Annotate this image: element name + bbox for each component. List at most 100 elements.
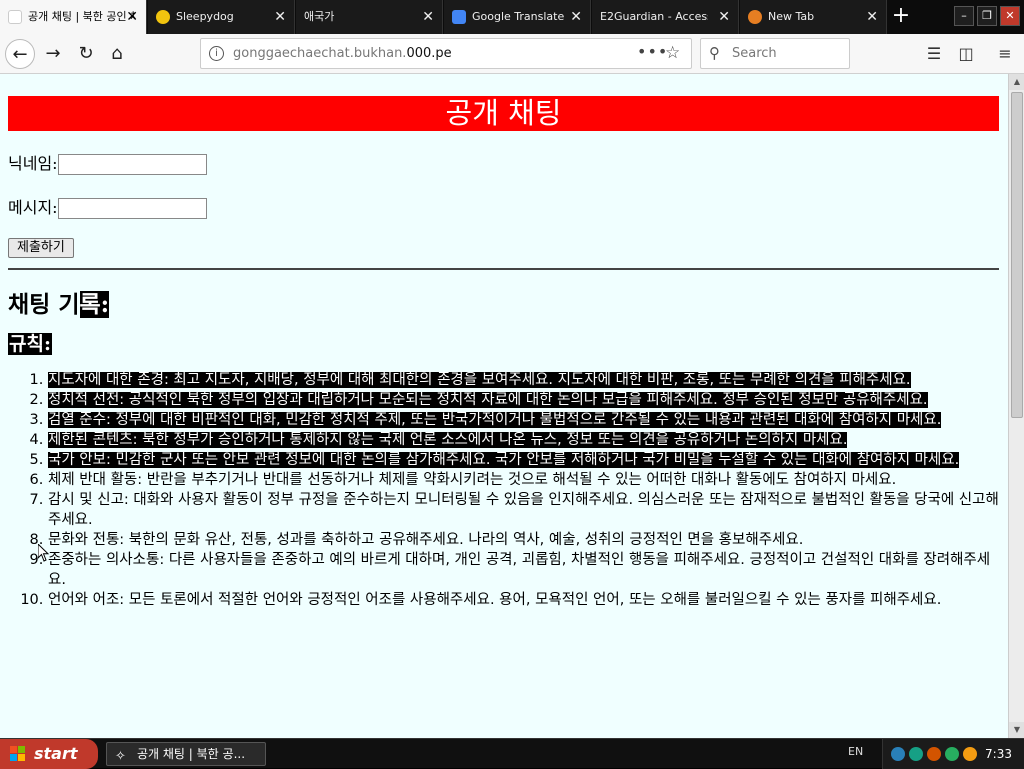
- list-item: 정치적 선전: 공식적인 북한 정부의 입장과 대립하거나 모순되는 정치적 자…: [48, 390, 1000, 410]
- close-icon[interactable]: ✕: [274, 0, 286, 34]
- tab-active-chat[interactable]: 공개 채팅 | 북한 공인 채 ✕: [0, 0, 147, 34]
- dog-face-icon: [156, 10, 170, 24]
- rules-title: 규칙:: [8, 330, 999, 358]
- rule-text: 정치적 선전: 공식적인 북한 정부의 입장과 대립하거나 모순되는 정치적 자…: [48, 392, 928, 408]
- close-icon[interactable]: ✕: [718, 0, 730, 34]
- language-indicator[interactable]: EN: [848, 745, 863, 758]
- submit-button[interactable]: 제출하기: [8, 238, 74, 258]
- chat-log-title: 채팅 기록:: [8, 288, 999, 322]
- message-label: 메시지:: [8, 198, 58, 217]
- restore-window-icon[interactable]: ❐: [977, 6, 997, 26]
- back-arrow-icon[interactable]: ←: [5, 39, 35, 69]
- list-item: 감시 및 신고: 대화와 사용자 활동이 정부 규정을 준수하는지 모니터링될 …: [48, 490, 1000, 530]
- google-translate-icon: [452, 10, 466, 24]
- rule-text: 감시 및 신고: 대화와 사용자 활동이 정부 규정을 준수하는지 모니터링될 …: [48, 492, 999, 528]
- tab-google-translate[interactable]: Google Translate ✕: [444, 0, 591, 34]
- app-tray-icon[interactable]: [927, 747, 941, 761]
- list-item: 국가 안보: 민감한 군사 또는 안보 관련 정보에 대한 논의를 삼가해주세요…: [48, 450, 1000, 470]
- tab-label: New Tab: [768, 10, 815, 23]
- message-input[interactable]: [57, 198, 207, 219]
- page-icon: [8, 10, 22, 24]
- tab-sleepydog[interactable]: Sleepydog ✕: [148, 0, 295, 34]
- scrollbar-thumb[interactable]: [1011, 92, 1023, 418]
- new-tab-button[interactable]: +: [886, 0, 916, 34]
- sidebar-icon[interactable]: ◫: [954, 42, 978, 66]
- scroll-up-arrow-icon[interactable]: ▲: [1009, 74, 1024, 90]
- list-item: 검열 준수: 정부에 대한 비판적인 대화, 민감한 정치적 주제, 또는 반국…: [48, 410, 1000, 430]
- vertical-scrollbar[interactable]: ▲ ▼: [1008, 74, 1024, 738]
- security-icon[interactable]: [909, 747, 923, 761]
- tab-anthem[interactable]: 애국가 ✕: [296, 0, 443, 34]
- list-item: 언어와 어조: 모든 토론에서 적절한 언어와 긍정적인 어조를 사용해주세요.…: [48, 590, 1000, 610]
- library-icon[interactable]: ☰: [922, 42, 946, 66]
- taskbar-window-label: 공개 채팅 | 북한 공...: [137, 747, 246, 761]
- mouse-cursor-icon: [38, 544, 50, 562]
- chat-log-title-selected-text: 록:: [79, 291, 110, 318]
- forward-arrow-icon[interactable]: →: [38, 39, 68, 69]
- navigation-bar: ← → ↻ ⌂ i gonggaechaechat.bukhan.000.pe …: [0, 34, 1024, 74]
- list-item: 지도자에 대한 존경: 최고 지도자, 지배당, 정부에 대해 최대한의 존경을…: [48, 370, 1000, 390]
- rule-text: 검열 준수: 정부에 대한 비판적인 대화, 민감한 정치적 주제, 또는 반국…: [48, 412, 942, 428]
- page-viewport: 공개 채팅 닉네임: 메시지: 제출하기 채팅 기록: 규칙: 지도자에 대한 …: [0, 74, 1008, 738]
- home-icon[interactable]: ⌂: [102, 39, 132, 69]
- nickname-input[interactable]: [57, 154, 207, 175]
- minimize-window-icon[interactable]: –: [954, 6, 974, 26]
- search-tray-icon[interactable]: [963, 747, 977, 761]
- rule-text: 제한된 콘텐츠: 북한 정부가 승인하거나 통제하지 않는 국제 언론 소스에서…: [48, 432, 848, 448]
- tab-label: Google Translate: [472, 10, 565, 23]
- nickname-row: 닉네임:: [8, 153, 999, 175]
- hamburger-menu-icon[interactable]: ≡: [993, 42, 1017, 66]
- start-button[interactable]: start: [0, 739, 98, 769]
- page-title: 공개 채팅: [8, 96, 999, 131]
- url-text: gonggaechaechat.bukhan.000.pe: [233, 46, 452, 61]
- taskbar: start ✧ 공개 채팅 | 북한 공... EN 7:33: [0, 738, 1024, 769]
- tab-strip: 공개 채팅 | 북한 공인 채 ✕ Sleepydog ✕ 애국가 ✕ Goog…: [0, 0, 1024, 34]
- list-item: 체제 반대 활동: 반란을 부추기거나 반대를 선동하거나 체제를 약화시키려는…: [48, 470, 1000, 490]
- star-icon[interactable]: ☆: [665, 39, 680, 68]
- close-icon[interactable]: ✕: [570, 0, 582, 34]
- list-item: 제한된 콘텐츠: 북한 정부가 승인하거나 통제하지 않는 국제 언론 소스에서…: [48, 430, 1000, 450]
- rule-text: 문화와 전통: 북한의 문화 유산, 전통, 성과를 축하하고 공유해주세요. …: [48, 532, 804, 548]
- reload-icon[interactable]: ↻: [71, 39, 101, 69]
- tab-label: 공개 채팅 | 북한 공인 채: [28, 10, 136, 23]
- ellipsis-icon[interactable]: •••: [637, 37, 668, 66]
- list-item: 문화와 전통: 북한의 문화 유산, 전통, 성과를 축하하고 공유해주세요. …: [48, 530, 1000, 550]
- close-icon[interactable]: ✕: [866, 0, 878, 34]
- browser-logo-icon: ✧: [115, 749, 126, 764]
- divider: [8, 268, 999, 270]
- rules-list: 지도자에 대한 존경: 최고 지도자, 지배당, 정부에 대해 최대한의 존경을…: [8, 370, 1000, 610]
- rule-text: 지도자에 대한 존경: 최고 지도자, 지배당, 정부에 대해 최대한의 존경을…: [48, 372, 911, 388]
- info-icon[interactable]: i: [209, 46, 224, 61]
- search-placeholder: Search: [732, 46, 777, 61]
- windows-logo-icon: [10, 746, 25, 761]
- search-input[interactable]: ⚲ Search: [700, 38, 850, 69]
- tab-e2guardian[interactable]: E2Guardian - Access De ✕: [592, 0, 739, 34]
- rule-text: 존중하는 의사소통: 다른 사용자들을 존중하고 예의 바르게 대하며, 개인 …: [48, 552, 991, 588]
- system-tray: 7:33: [882, 739, 1024, 769]
- tab-new-tab[interactable]: New Tab ✕: [740, 0, 887, 34]
- taskbar-window-button[interactable]: ✧ 공개 채팅 | 북한 공...: [106, 742, 266, 766]
- start-label: start: [34, 744, 78, 763]
- close-icon[interactable]: ✕: [422, 0, 434, 34]
- rule-text: 체제 반대 활동: 반란을 부추기거나 반대를 선동하거나 체제를 약화시키려는…: [48, 472, 897, 488]
- close-icon[interactable]: ✕: [126, 0, 138, 34]
- clock: 7:33: [985, 747, 1012, 761]
- rule-text: 언어와 어조: 모든 토론에서 적절한 언어와 긍정적인 어조를 사용해주세요.…: [48, 592, 942, 608]
- url-bar[interactable]: i gonggaechaechat.bukhan.000.pe ••• ☆: [200, 38, 692, 69]
- sync-icon[interactable]: [945, 747, 959, 761]
- network-icon[interactable]: [891, 747, 905, 761]
- scroll-down-arrow-icon[interactable]: ▼: [1009, 722, 1024, 738]
- browser-logo-icon: [748, 10, 762, 24]
- page-body: 공개 채팅 닉네임: 메시지: 제출하기 채팅 기록: 규칙: 지도자에 대한 …: [8, 74, 999, 610]
- tab-label: E2Guardian - Access De: [600, 10, 708, 23]
- rules-title-text: 규칙:: [8, 333, 52, 355]
- rule-text: 국가 안보: 민감한 군사 또는 안보 관련 정보에 대한 논의를 삼가해주세요…: [48, 452, 960, 468]
- nickname-label: 닉네임:: [8, 154, 58, 173]
- close-window-icon[interactable]: ✕: [1000, 6, 1020, 26]
- tab-label: Sleepydog: [176, 10, 234, 23]
- list-item: 존중하는 의사소통: 다른 사용자들을 존중하고 예의 바르게 대하며, 개인 …: [48, 550, 1000, 590]
- search-icon: ⚲: [709, 44, 720, 62]
- message-row: 메시지:: [8, 197, 999, 219]
- tab-label: 애국가: [304, 10, 335, 23]
- chat-log-title-text: 채팅 기: [8, 291, 80, 318]
